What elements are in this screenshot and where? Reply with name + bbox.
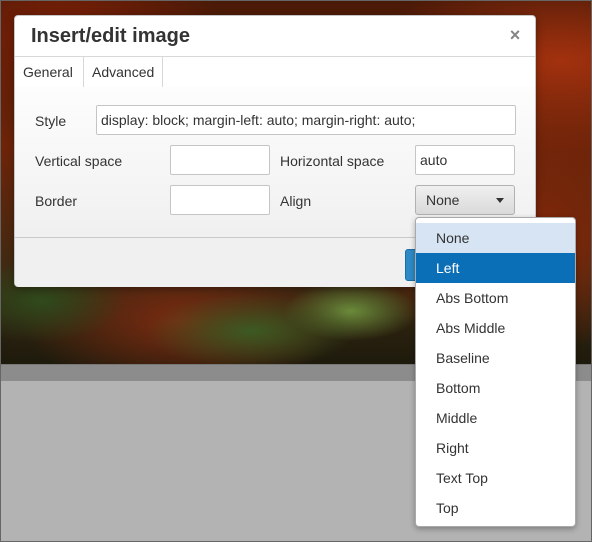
border-input[interactable] xyxy=(170,185,270,215)
chevron-down-icon xyxy=(496,198,504,203)
dialog-title: Insert/edit image xyxy=(31,25,190,47)
align-option-left[interactable]: Left xyxy=(416,253,575,283)
advanced-panel: Style display: block; margin-left: auto;… xyxy=(15,87,535,237)
style-label: Style xyxy=(35,113,67,129)
align-option-abs-middle[interactable]: Abs Middle xyxy=(416,313,575,343)
style-input[interactable]: display: block; margin-left: auto; margi… xyxy=(96,105,516,135)
align-dropdown-menu: None Left Abs Bottom Abs Middle Baseline… xyxy=(415,217,576,527)
align-option-middle[interactable]: Middle xyxy=(416,403,575,433)
page-frame: Insert/edit image × General Advanced Sty… xyxy=(0,0,592,542)
vertical-space-label: Vertical space xyxy=(35,153,123,169)
horizontal-space-label: Horizontal space xyxy=(280,153,385,169)
tab-advanced[interactable]: Advanced xyxy=(83,57,164,88)
horizontal-space-input[interactable]: auto xyxy=(415,145,515,175)
align-select-value: None xyxy=(426,192,460,208)
align-option-abs-bottom[interactable]: Abs Bottom xyxy=(416,283,575,313)
close-icon[interactable]: × xyxy=(507,26,523,44)
border-label: Border xyxy=(35,193,78,209)
align-option-none[interactable]: None xyxy=(416,223,575,253)
align-select[interactable]: None xyxy=(415,185,515,215)
vertical-space-input[interactable] xyxy=(170,145,270,175)
align-option-right[interactable]: Right xyxy=(416,433,575,463)
align-option-bottom[interactable]: Bottom xyxy=(416,373,575,403)
align-option-text-top[interactable]: Text Top xyxy=(416,463,575,493)
tab-bar: General Advanced xyxy=(15,56,535,88)
align-label: Align xyxy=(280,193,312,209)
align-option-top[interactable]: Top xyxy=(416,493,575,523)
align-option-baseline[interactable]: Baseline xyxy=(416,343,575,373)
tab-general[interactable]: General xyxy=(15,57,81,87)
